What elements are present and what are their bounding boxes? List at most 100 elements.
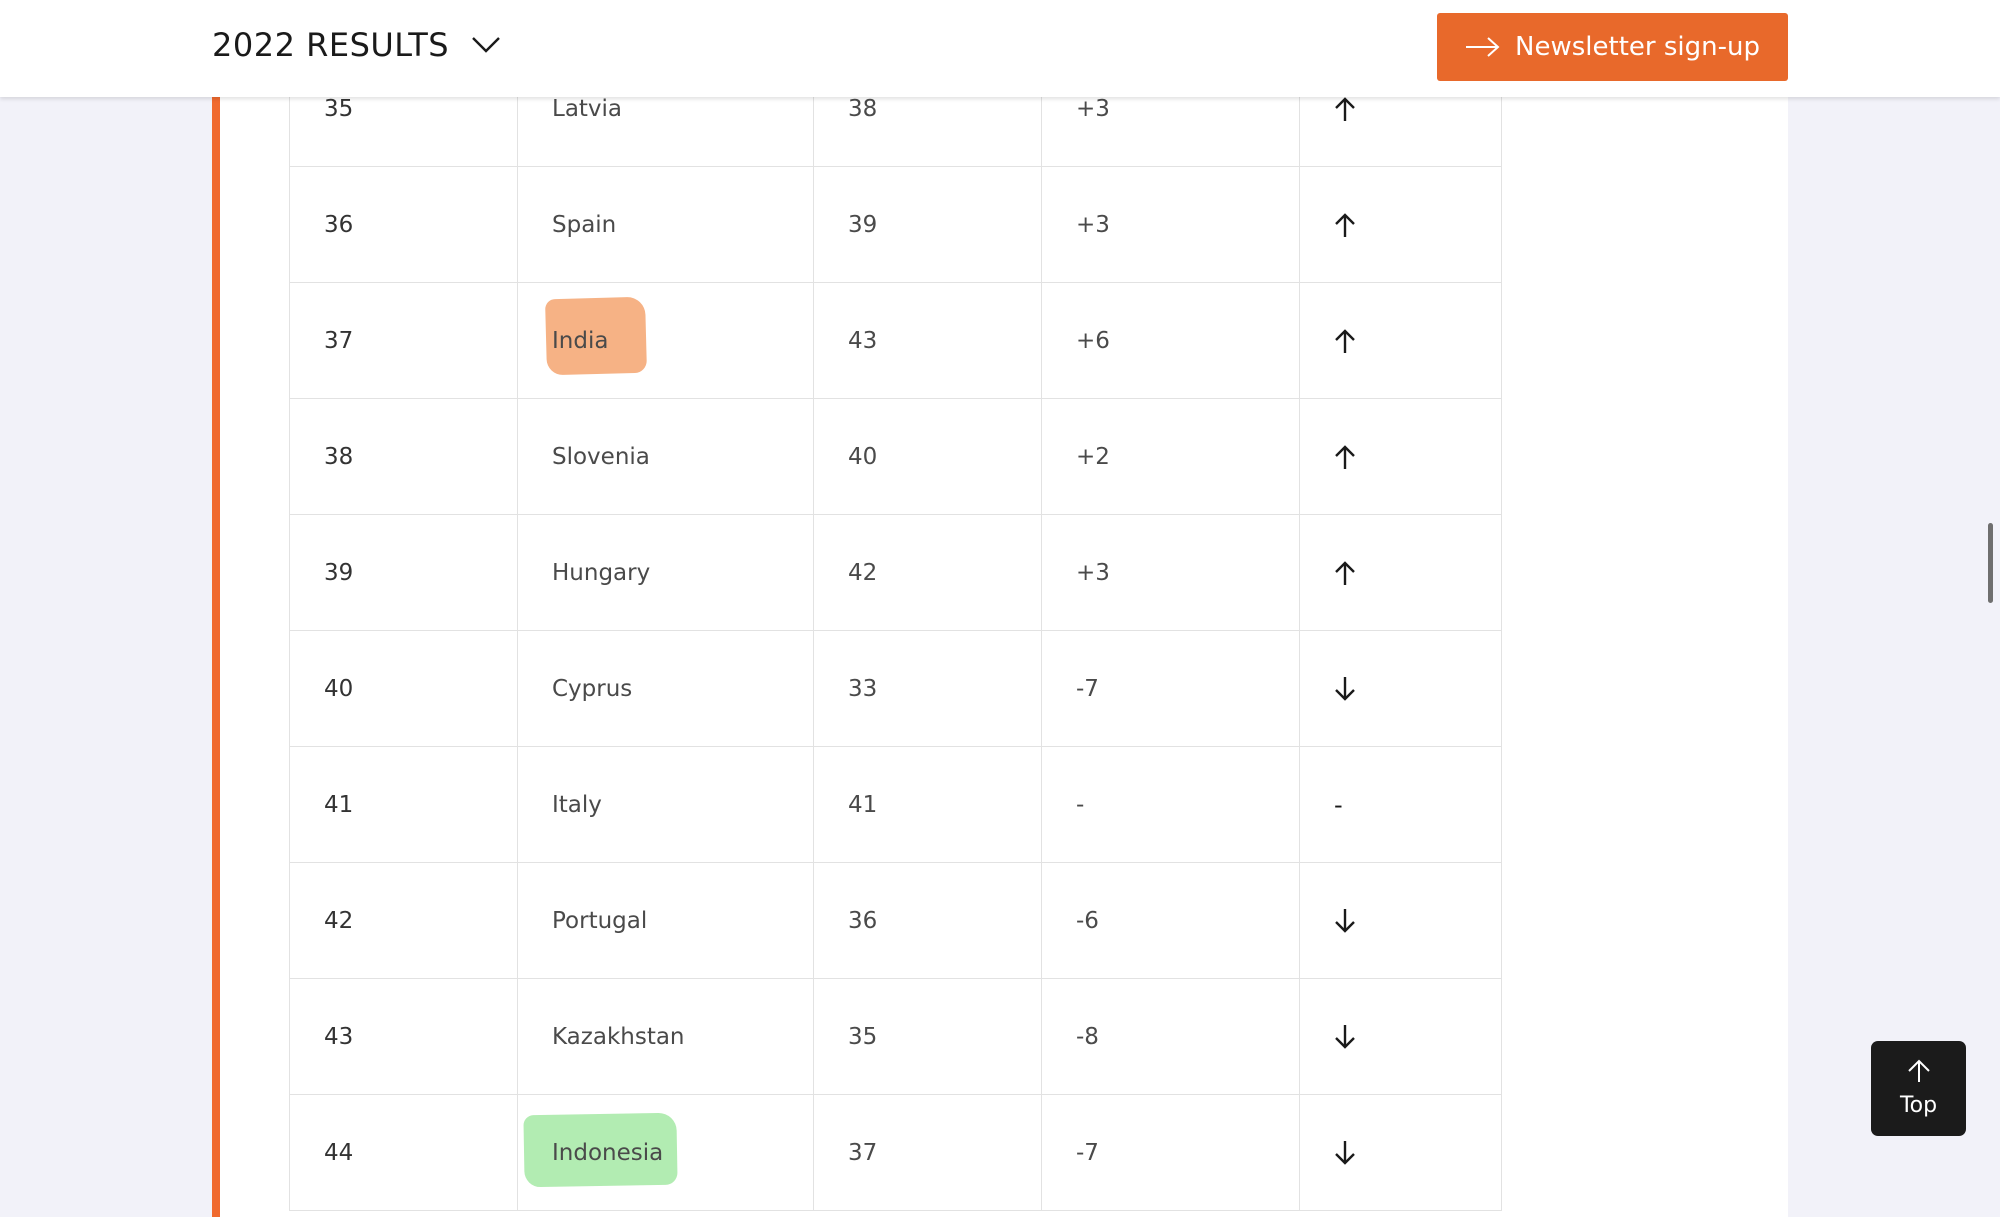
change-value: +3 bbox=[1076, 95, 1110, 122]
previous-rank-value: 43 bbox=[848, 327, 878, 354]
rank-cell: 38 bbox=[289, 398, 518, 515]
previous-rank-cell: 41 bbox=[813, 746, 1042, 863]
table-row: 36 Spain 39 +3 bbox=[289, 166, 1502, 283]
change-value: -6 bbox=[1076, 907, 1099, 934]
country-cell: Hungary bbox=[517, 514, 814, 631]
change-value: +3 bbox=[1076, 559, 1110, 586]
arrow-down-icon bbox=[1334, 676, 1501, 702]
newsletter-label: Newsletter sign-up bbox=[1515, 32, 1760, 62]
table-row: 40 Cyprus 33 -7 bbox=[289, 630, 1502, 747]
rank-value: 38 bbox=[324, 443, 354, 470]
change-cell: - bbox=[1041, 746, 1300, 863]
page-header: 2022 RESULTS Newsletter sign-up bbox=[0, 0, 2000, 97]
rank-value: 43 bbox=[324, 1023, 354, 1050]
previous-rank-cell: 36 bbox=[813, 862, 1042, 979]
arrow-right-icon bbox=[1465, 36, 1501, 58]
trend-cell bbox=[1299, 514, 1502, 631]
previous-rank-value: 35 bbox=[848, 1023, 878, 1050]
country-name: Italy bbox=[552, 791, 602, 818]
country-name: Portugal bbox=[552, 907, 648, 934]
rank-cell: 44 bbox=[289, 1094, 518, 1211]
trend-cell bbox=[1299, 1094, 1502, 1211]
arrow-up-icon bbox=[1906, 1059, 1932, 1087]
no-change-dash: - bbox=[1334, 790, 1343, 819]
arrow-down-icon bbox=[1334, 1024, 1501, 1050]
country-name: Latvia bbox=[552, 95, 623, 122]
change-value: -7 bbox=[1076, 675, 1099, 702]
previous-rank-value: 41 bbox=[848, 791, 878, 818]
rank-cell: 39 bbox=[289, 514, 518, 631]
results-year-dropdown[interactable]: 2022 RESULTS bbox=[212, 20, 501, 70]
previous-rank-value: 42 bbox=[848, 559, 878, 586]
rank-value: 35 bbox=[324, 95, 354, 122]
previous-rank-cell: 42 bbox=[813, 514, 1042, 631]
results-table-body: 35 Latvia 38 +3 36 Spain 39 +3 37 India 43 +6 38 Slov… bbox=[289, 50, 1502, 1211]
country-cell: Italy bbox=[517, 746, 814, 863]
table-row: 43 Kazakhstan 35 -8 bbox=[289, 978, 1502, 1095]
back-to-top-button[interactable]: Top bbox=[1871, 1041, 1966, 1136]
scrollbar-thumb[interactable] bbox=[1988, 523, 1993, 603]
trend-cell bbox=[1299, 978, 1502, 1095]
country-cell: Kazakhstan bbox=[517, 978, 814, 1095]
rank-value: 42 bbox=[324, 907, 354, 934]
previous-rank-value: 36 bbox=[848, 907, 878, 934]
country-name: India bbox=[552, 327, 609, 354]
country-name: Slovenia bbox=[552, 443, 650, 470]
previous-rank-cell: 33 bbox=[813, 630, 1042, 747]
country-cell: Indonesia bbox=[517, 1094, 814, 1211]
arrow-up-icon bbox=[1334, 328, 1501, 354]
change-cell: -8 bbox=[1041, 978, 1300, 1095]
previous-rank-cell: 39 bbox=[813, 166, 1042, 283]
table-row: 39 Hungary 42 +3 bbox=[289, 514, 1502, 631]
previous-rank-value: 39 bbox=[848, 211, 878, 238]
results-table: 35 Latvia 38 +3 36 Spain 39 +3 37 India 43 +6 38 Slov… bbox=[289, 50, 1502, 1211]
country-cell: Cyprus bbox=[517, 630, 814, 747]
previous-rank-value: 33 bbox=[848, 675, 878, 702]
arrow-up-icon bbox=[1334, 212, 1501, 238]
table-row: 38 Slovenia 40 +2 bbox=[289, 398, 1502, 515]
rank-cell: 40 bbox=[289, 630, 518, 747]
previous-rank-value: 38 bbox=[848, 95, 878, 122]
rank-cell: 36 bbox=[289, 166, 518, 283]
trend-cell bbox=[1299, 166, 1502, 283]
trend-cell bbox=[1299, 630, 1502, 747]
rank-value: 36 bbox=[324, 211, 354, 238]
trend-cell: - bbox=[1299, 746, 1502, 863]
page: 35 Latvia 38 +3 36 Spain 39 +3 37 India 43 +6 38 Slov… bbox=[0, 0, 2000, 1217]
previous-rank-cell: 37 bbox=[813, 1094, 1042, 1211]
change-cell: +3 bbox=[1041, 514, 1300, 631]
trend-cell bbox=[1299, 862, 1502, 979]
newsletter-signup-button[interactable]: Newsletter sign-up bbox=[1437, 13, 1788, 81]
change-cell: -7 bbox=[1041, 630, 1300, 747]
arrow-up-icon bbox=[1334, 444, 1501, 470]
previous-rank-value: 37 bbox=[848, 1139, 878, 1166]
country-name: Spain bbox=[552, 211, 617, 238]
trend-cell bbox=[1299, 398, 1502, 515]
change-cell: +2 bbox=[1041, 398, 1300, 515]
rank-cell: 41 bbox=[289, 746, 518, 863]
change-cell: -6 bbox=[1041, 862, 1300, 979]
change-value: - bbox=[1076, 791, 1085, 818]
top-label: Top bbox=[1899, 1093, 1938, 1118]
table-row: 37 India 43 +6 bbox=[289, 282, 1502, 399]
rank-value: 44 bbox=[324, 1139, 354, 1166]
arrow-down-icon bbox=[1334, 908, 1501, 934]
rank-cell: 42 bbox=[289, 862, 518, 979]
rank-value: 41 bbox=[324, 791, 354, 818]
rank-cell: 37 bbox=[289, 282, 518, 399]
rank-value: 37 bbox=[324, 327, 354, 354]
change-value: +2 bbox=[1076, 443, 1110, 470]
arrow-up-icon bbox=[1334, 560, 1501, 586]
country-name: Cyprus bbox=[552, 675, 633, 702]
country-cell: Slovenia bbox=[517, 398, 814, 515]
results-title: 2022 RESULTS bbox=[212, 26, 450, 64]
rank-value: 40 bbox=[324, 675, 354, 702]
change-cell: -7 bbox=[1041, 1094, 1300, 1211]
country-name: Kazakhstan bbox=[552, 1023, 685, 1050]
rank-value: 39 bbox=[324, 559, 354, 586]
change-cell: +6 bbox=[1041, 282, 1300, 399]
rank-cell: 43 bbox=[289, 978, 518, 1095]
country-name: Indonesia bbox=[552, 1139, 664, 1166]
table-row: 42 Portugal 36 -6 bbox=[289, 862, 1502, 979]
previous-rank-cell: 43 bbox=[813, 282, 1042, 399]
